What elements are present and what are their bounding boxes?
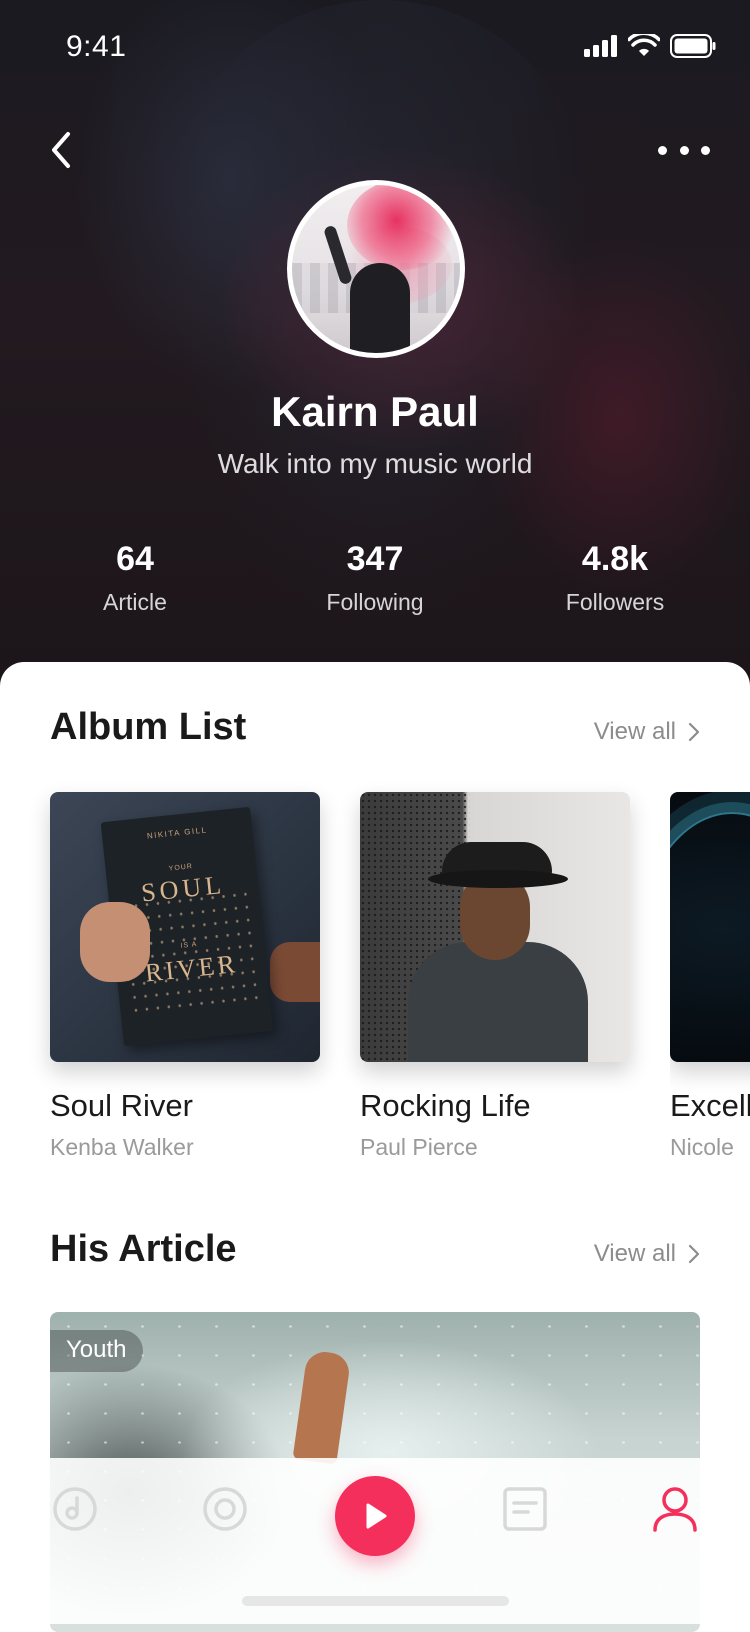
stat-label: Following [326, 589, 424, 615]
profile-tagline: Walk into my music world [217, 448, 533, 479]
tab-bar [0, 1458, 750, 1624]
profile-name: Kairn Paul [271, 388, 479, 435]
album-artist: Nicole [670, 1134, 734, 1160]
album-artist: Paul Pierce [360, 1134, 478, 1160]
stat-label: Followers [565, 589, 665, 615]
album-card[interactable]: Rocking Life Paul Pierce [360, 792, 630, 1161]
tab-articles[interactable] [500, 1484, 550, 1534]
profile-icon [653, 1487, 697, 1532]
album-artist: Kenba Walker [50, 1134, 194, 1160]
article-tag: Youth [50, 1330, 143, 1372]
play-button[interactable] [335, 1476, 415, 1556]
more-dot-icon [701, 145, 710, 155]
battery-icon [670, 34, 716, 58]
album-title: Soul River [50, 1088, 193, 1123]
album-title: Rocking Life [360, 1088, 531, 1123]
profile-stats: 64 Article 347 Following 4.8k Followers [0, 540, 750, 620]
stat-followers[interactable]: 4.8k Followers [505, 540, 725, 616]
tab-profile[interactable] [650, 1484, 700, 1534]
album-list-title: Album List [50, 706, 247, 748]
his-article-title: His Article [50, 1228, 237, 1270]
play-icon [366, 1503, 387, 1529]
music-disc-icon [53, 1487, 97, 1531]
more-dot-icon [658, 145, 667, 155]
album-card[interactable]: Excell Nicole [670, 792, 750, 1161]
article-icon [503, 1487, 547, 1531]
stat-value: 4.8k [581, 540, 649, 578]
album-cover [360, 792, 630, 1062]
avatar[interactable] [287, 180, 465, 358]
back-button[interactable] [44, 126, 84, 174]
status-time: 9:41 [66, 30, 127, 63]
album-cover [670, 792, 750, 1062]
stat-value: 64 [116, 540, 154, 578]
avatar-photo [292, 185, 460, 353]
tab-radio[interactable] [200, 1484, 250, 1534]
album-cover: NIKITA GILL YOUR SOUL IS A RIVER [50, 792, 320, 1062]
wifi-icon [628, 34, 660, 56]
profile-header: 9:41 Kairn Paul Walk into my music world… [0, 0, 750, 690]
cellular-signal-icon [584, 35, 617, 57]
albums-view-all-link[interactable]: View all [594, 718, 700, 746]
album-title: Excell [670, 1088, 750, 1123]
articles-view-all-link[interactable]: View all [594, 1240, 700, 1268]
stat-following[interactable]: 347 Following [265, 540, 485, 616]
stat-value: 347 [346, 540, 404, 578]
view-all-label: View all [593, 718, 676, 745]
more-dot-icon [679, 145, 689, 155]
chevron-left-icon [52, 132, 70, 168]
chevron-right-icon [688, 1244, 700, 1264]
home-indicator [242, 1596, 509, 1606]
stat-articles[interactable]: 64 Article [25, 540, 245, 616]
album-card[interactable]: NIKITA GILL YOUR SOUL IS A RIVER Soul Ri… [50, 792, 320, 1161]
view-all-label: View all [593, 1240, 676, 1267]
stat-label: Article [103, 589, 167, 615]
tab-music[interactable] [50, 1484, 100, 1534]
radio-icon [203, 1487, 247, 1531]
status-bar: 9:41 [0, 28, 750, 68]
status-icons [584, 34, 716, 58]
chevron-right-icon [688, 722, 700, 742]
more-options-button[interactable] [658, 138, 710, 162]
